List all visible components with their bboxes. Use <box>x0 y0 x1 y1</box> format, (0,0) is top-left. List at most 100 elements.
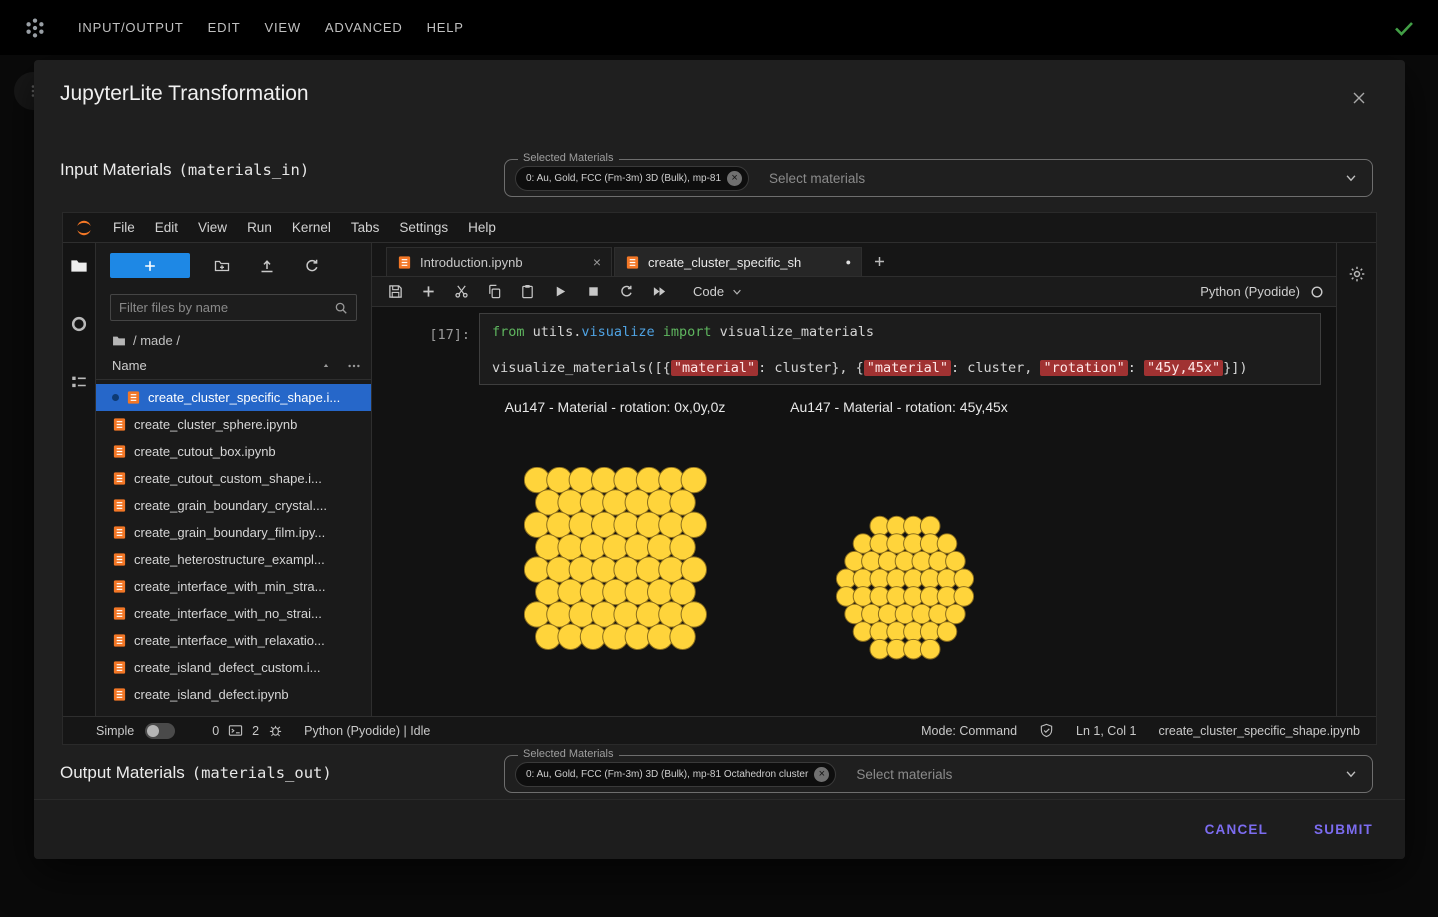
file-row[interactable]: create_interface_with_no_strai... <box>96 600 371 627</box>
file-name: create_interface_with_relaxatio... <box>134 633 325 648</box>
cell-type-dropdown[interactable]: Code <box>693 284 743 299</box>
kernel-status-text[interactable]: Python (Pyodide) | Idle <box>304 724 430 738</box>
input-materials-label: Input Materials (materials_in) <box>60 160 309 180</box>
simple-mode-toggle[interactable] <box>145 723 175 739</box>
notebook-icon <box>112 660 127 675</box>
jupyter-menu-edit[interactable]: Edit <box>145 217 188 238</box>
file-row[interactable]: create_cutout_custom_shape.i... <box>96 465 371 492</box>
table-of-contents-icon[interactable] <box>70 373 88 391</box>
code-area: from utils.visualize import visualize_ma… <box>492 323 1308 378</box>
jupyter-menu-tabs[interactable]: Tabs <box>341 217 390 238</box>
output-label-1: Au147 - Material - rotation: 0x,0y,0z <box>465 399 765 415</box>
jupyter-menu-run[interactable]: Run <box>237 217 282 238</box>
topbar-item-help[interactable]: HELP <box>427 20 464 35</box>
jupyter-logo-icon <box>75 219 93 237</box>
chip-remove-icon[interactable]: × <box>727 171 742 186</box>
run-cell-button[interactable] <box>553 284 568 299</box>
refresh-icon[interactable] <box>304 258 320 274</box>
file-filter-input[interactable] <box>119 300 334 315</box>
select-materials-placeholder: Select materials <box>769 171 865 186</box>
material-chip[interactable]: 0: Au, Gold, FCC (Fm-3m) 3D (Bulk), mp-8… <box>515 166 749 191</box>
file-row[interactable]: create_grain_boundary_film.ipy... <box>96 519 371 546</box>
output-chips-container: 0: Au, Gold, FCC (Fm-3m) 3D (Bulk), mp-8… <box>515 762 836 787</box>
sort-ascending-icon[interactable] <box>321 361 331 371</box>
notebook-tab-1[interactable]: Introduction.ipynb× <box>386 247 612 276</box>
file-row[interactable]: create_island_defect_custom.i... <box>96 654 371 681</box>
interrupt-kernel-button[interactable] <box>586 284 601 299</box>
search-icon <box>334 301 348 315</box>
terminal-icon[interactable] <box>228 723 243 738</box>
jupyter-menu-kernel[interactable]: Kernel <box>282 217 341 238</box>
notebook-icon <box>112 525 127 540</box>
statusbar-filename: create_cluster_specific_shape.ipynb <box>1158 724 1360 738</box>
output-label-2: Au147 - Material - rotation: 45y,45x <box>749 399 1049 415</box>
save-button[interactable] <box>388 284 403 299</box>
jupyter-menu-help[interactable]: Help <box>458 217 506 238</box>
jupyter-menu-view[interactable]: View <box>188 217 237 238</box>
new-folder-icon[interactable] <box>214 258 230 274</box>
file-row[interactable]: create_island_defect.ipynb <box>96 681 371 708</box>
plus-icon <box>873 255 886 268</box>
jupyter-menu-settings[interactable]: Settings <box>389 217 458 238</box>
file-row[interactable]: create_cluster_sphere.ipynb <box>96 411 371 438</box>
upload-icon[interactable] <box>259 258 275 274</box>
file-row[interactable]: create_cutout_box.ipynb <box>96 438 371 465</box>
cut-cell-button[interactable] <box>454 284 469 299</box>
terminal-count[interactable]: 2 <box>252 724 259 738</box>
topbar-item-view[interactable]: VIEW <box>264 20 300 35</box>
dialog-close-button[interactable] <box>1349 88 1369 108</box>
unsaved-changes-dot[interactable]: ● <box>846 257 851 267</box>
column-menu-icon[interactable] <box>347 359 361 373</box>
running-sessions-icon[interactable] <box>70 315 88 333</box>
file-row[interactable]: create_cluster_specific_shape.i... <box>96 384 371 411</box>
dropdown-caret-icon[interactable] <box>1344 767 1358 781</box>
file-browser-icon[interactable] <box>70 257 88 275</box>
topbar-item-edit[interactable]: EDIT <box>208 20 241 35</box>
restart-kernel-button[interactable] <box>619 284 634 299</box>
chip-remove-icon[interactable]: × <box>814 767 829 782</box>
notebook-tab-2[interactable]: create_cluster_specific_sh● <box>614 247 862 276</box>
copy-cell-button[interactable] <box>487 284 502 299</box>
new-launcher-button[interactable] <box>110 253 190 278</box>
breadcrumb-path[interactable]: / made / <box>133 333 180 348</box>
app-logo-icon[interactable] <box>22 15 48 41</box>
material-chip[interactable]: 0: Au, Gold, FCC (Fm-3m) 3D (Bulk), mp-8… <box>515 762 836 787</box>
bug-icon[interactable] <box>268 723 283 738</box>
file-row[interactable]: create_interface_with_relaxatio... <box>96 627 371 654</box>
file-row[interactable]: create_grain_boundary_crystal.... <box>96 492 371 519</box>
kernel-count[interactable]: 0 <box>212 724 219 738</box>
notebook-tabbar: Introduction.ipynb×create_cluster_specif… <box>372 243 1336 277</box>
right-sidebar <box>1336 243 1376 716</box>
code-cell[interactable]: from utils.visualize import visualize_ma… <box>479 313 1321 385</box>
dropdown-caret-icon[interactable] <box>1344 171 1358 185</box>
output-materials-select[interactable]: Selected Materials 0: Au, Gold, FCC (Fm-… <box>504 755 1373 793</box>
file-name: create_interface_with_min_stra... <box>134 579 325 594</box>
file-filter-box[interactable] <box>110 294 357 321</box>
paste-cell-button[interactable] <box>520 284 535 299</box>
file-row[interactable]: create_interface_with_min_stra... <box>96 573 371 600</box>
code-line: visualize_materials([{"material": cluste… <box>492 359 1308 378</box>
cancel-button[interactable]: CANCEL <box>1205 822 1268 837</box>
command-mode-indicator[interactable]: Mode: Command <box>921 724 1017 738</box>
breadcrumb[interactable]: / made / <box>96 321 371 348</box>
notebook-icon <box>112 579 127 594</box>
tab-close-icon[interactable]: × <box>593 255 601 269</box>
jupyter-menu-file[interactable]: File <box>103 217 145 238</box>
submit-button[interactable]: SUBMIT <box>1314 822 1373 837</box>
property-inspector-icon[interactable] <box>1348 265 1366 283</box>
topbar-item-advanced[interactable]: ADVANCED <box>325 20 403 35</box>
file-row[interactable]: create_heterostructure_exampl... <box>96 546 371 573</box>
dialog-footer: CANCEL SUBMIT <box>34 799 1405 859</box>
notebook-icon <box>112 687 127 702</box>
new-tab-button[interactable] <box>864 247 894 276</box>
cursor-position[interactable]: Ln 1, Col 1 <box>1076 724 1136 738</box>
name-column-header[interactable]: Name <box>112 358 147 373</box>
restart-run-all-button[interactable] <box>652 284 667 299</box>
chevron-down-icon <box>731 286 743 298</box>
topbar-item-input-output[interactable]: INPUT/OUTPUT <box>78 20 184 35</box>
kernel-indicator[interactable]: Python (Pyodide) <box>1200 284 1324 299</box>
input-materials-select[interactable]: Selected Materials 0: Au, Gold, FCC (Fm-… <box>504 159 1373 197</box>
notebook-toolbar: Code Python (Pyodide) <box>372 277 1336 307</box>
file-name: create_island_defect_custom.i... <box>134 660 320 675</box>
add-cell-button[interactable] <box>421 284 436 299</box>
